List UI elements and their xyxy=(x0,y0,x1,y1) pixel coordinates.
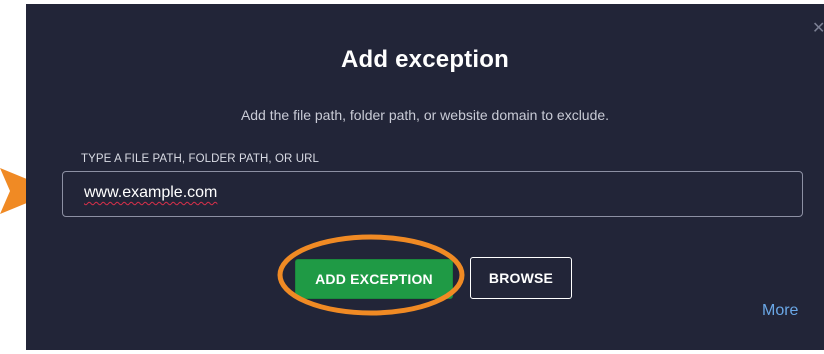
screenshot-stage: ✕ Add exception Add the file path, folde… xyxy=(0,0,824,354)
path-input[interactable]: www.example.com xyxy=(62,171,803,217)
dialog-title: Add exception xyxy=(341,46,509,73)
browse-button[interactable]: BROWSE xyxy=(470,257,572,299)
path-input-value[interactable]: www.example.com xyxy=(84,184,217,202)
spellcheck-underline-text: www.example.com xyxy=(84,184,218,201)
dialog-subtitle: Add the file path, folder path, or websi… xyxy=(240,107,610,123)
close-icon[interactable]: ✕ xyxy=(812,22,824,34)
path-field-label: TYPE A FILE PATH, FOLDER PATH, OR URL xyxy=(81,153,320,165)
add-exception-button[interactable]: ADD EXCEPTION xyxy=(295,259,453,299)
add-exception-dialog: ✕ Add exception Add the file path, folde… xyxy=(26,4,824,350)
more-link[interactable]: More xyxy=(762,302,798,320)
